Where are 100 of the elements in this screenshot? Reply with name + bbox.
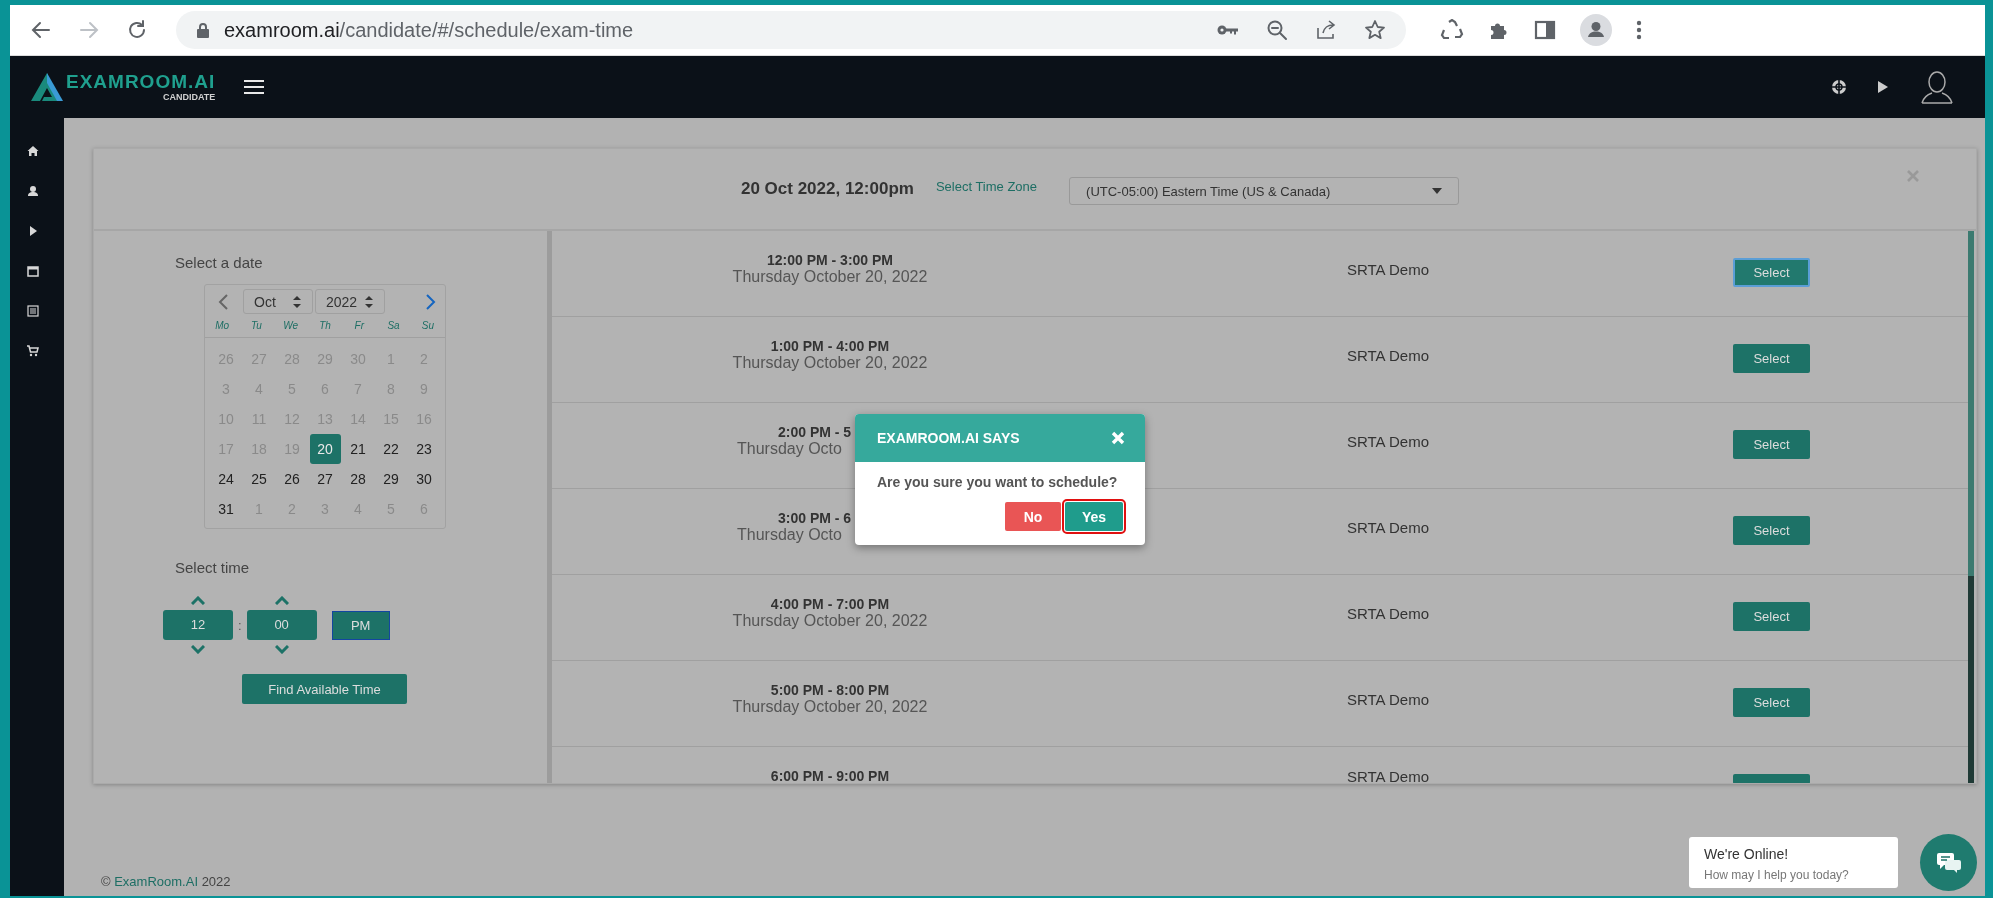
calendar-day[interactable]: 31 — [210, 494, 242, 524]
address-bar[interactable]: examroom.ai/candidate/#/schedule/exam-time — [176, 11, 1406, 49]
slot-date: Thursday October 20, 2022 — [731, 698, 929, 716]
calendar-day[interactable]: 26 — [276, 464, 308, 494]
no-button[interactable]: No — [1005, 502, 1061, 531]
logo-subtitle: CANDIDATE — [162, 93, 216, 102]
weekday-label: Su — [420, 320, 435, 331]
profile-avatar-icon[interactable] — [1580, 14, 1612, 46]
chevron-down-icon[interactable] — [191, 645, 205, 654]
select-button[interactable]: Select — [1733, 688, 1810, 717]
select-button[interactable]: Select — [1733, 602, 1810, 631]
exam-name: SRTA Demo — [1347, 519, 1429, 536]
selected-datetime: 20 Oct 2022, 12:00pm — [740, 179, 914, 199]
yes-button[interactable]: Yes — [1065, 502, 1123, 531]
month-dropdown[interactable]: Oct — [243, 289, 313, 314]
logo-triangle-icon — [30, 72, 64, 102]
select-button[interactable]: Select — [1733, 344, 1810, 373]
side-panel-icon[interactable] — [1534, 19, 1556, 41]
chat-subtitle: How may I help you today? — [1704, 868, 1850, 882]
dialog-message: Are you sure you want to schedule? — [876, 473, 1119, 490]
calendar-day[interactable]: 20 — [309, 434, 341, 464]
timezone-dropdown[interactable]: (UTC-05:00) Eastern Time (US & Canada) — [1069, 177, 1460, 205]
cart-icon[interactable] — [27, 345, 39, 357]
calendar-day[interactable]: 29 — [375, 464, 407, 494]
slot-date: Thursday Octo — [737, 440, 842, 458]
play-icon[interactable] — [27, 225, 39, 237]
reload-icon[interactable] — [126, 19, 148, 41]
weekday-label: Fr — [353, 320, 366, 331]
list-icon[interactable] — [27, 305, 39, 317]
find-available-time-button[interactable]: Find Available Time — [242, 674, 407, 704]
next-month-icon[interactable] — [425, 292, 437, 311]
share-icon[interactable] — [1315, 19, 1337, 41]
chat-button[interactable] — [1920, 834, 1977, 891]
slot-time: 1:00 PM - 4:00 PM — [769, 338, 891, 354]
slot-date: Thursday October 20, 2022 — [731, 612, 929, 630]
lock-icon — [196, 22, 210, 38]
calendar-day[interactable]: 22 — [375, 434, 407, 464]
slot-date: Thursday October 20, 2022 — [731, 354, 929, 372]
slot-time: 2:00 PM - 5 — [778, 424, 852, 440]
zoom-out-icon[interactable] — [1266, 19, 1288, 41]
section-label: Select a date — [175, 254, 264, 271]
exam-name: SRTA Demo — [1347, 605, 1429, 622]
exam-name: SRTA Demo — [1347, 433, 1429, 450]
hour-field[interactable]: 12 — [163, 610, 233, 640]
timezone-label: Select Time Zone — [935, 178, 1038, 194]
calendar-day[interactable]: 27 — [309, 464, 341, 494]
logo-name: EXAMROOM.AI — [66, 72, 216, 91]
previous-month-icon[interactable] — [217, 292, 229, 311]
home-icon[interactable] — [27, 145, 39, 157]
calendar-day[interactable]: 28 — [342, 464, 374, 494]
scrollbar[interactable] — [1968, 231, 1974, 783]
weekday-label: Mo — [214, 320, 231, 331]
weekday-label: Th — [318, 320, 332, 331]
weekday-label: Sa — [386, 320, 401, 331]
more-menu-icon[interactable] — [1636, 20, 1642, 40]
key-icon[interactable] — [1217, 23, 1239, 37]
calendar-day[interactable]: 23 — [408, 434, 440, 464]
back-arrow-icon[interactable] — [30, 19, 52, 41]
chat-bubble[interactable]: We're Online! How may I help you today? — [1689, 837, 1898, 888]
chat-title: We're Online! — [1704, 846, 1790, 862]
slot-time: 6:00 PM - 9:00 PM — [769, 768, 891, 783]
slot-time: 12:00 PM - 3:00 PM — [765, 252, 895, 268]
section-label: Select time — [175, 559, 251, 576]
user-icon[interactable] — [27, 185, 39, 197]
menu-icon[interactable] — [243, 79, 266, 95]
slot-time: 4:00 PM - 7:00 PM — [769, 596, 891, 612]
up-down-arrows-icon — [364, 294, 374, 309]
select-button[interactable]: Select — [1733, 258, 1810, 287]
slot-time: 3:00 PM - 6 — [778, 510, 852, 526]
up-down-arrows-icon — [292, 294, 302, 309]
chevron-down-icon[interactable] — [274, 645, 289, 654]
weekday-label: Tu — [249, 320, 263, 331]
slot-date: Thursday Octo — [737, 526, 842, 544]
url-text: examroom.ai/candidate/#/schedule/exam-time — [224, 18, 634, 42]
exam-name: SRTA Demo — [1347, 261, 1429, 278]
exam-name: SRTA Demo — [1347, 691, 1429, 708]
dialog-title: EXAMROOM.AI SAYS — [877, 430, 1020, 446]
slot-date: Thursday October 20, 2022 — [731, 268, 929, 286]
play-icon[interactable] — [1877, 80, 1889, 94]
caret-icon — [1432, 188, 1443, 194]
weekday-label: We — [282, 320, 300, 331]
calendar-day[interactable]: 25 — [243, 464, 275, 494]
am-pm-toggle[interactable]: PM — [331, 610, 390, 640]
select-button[interactable]: Select — [1733, 430, 1810, 459]
calendar-icon[interactable] — [27, 265, 39, 277]
chevron-up-icon[interactable] — [191, 596, 205, 605]
chevron-up-icon[interactable] — [274, 596, 289, 605]
recycle-arrows-icon[interactable] — [1440, 19, 1464, 41]
calendar-day[interactable]: 21 — [342, 434, 374, 464]
calendar-day[interactable]: 24 — [210, 464, 242, 494]
time-separator: : — [238, 617, 242, 633]
minute-field[interactable]: 00 — [246, 610, 317, 640]
user-outline-icon[interactable] — [1919, 69, 1955, 105]
year-dropdown[interactable]: 2022 — [315, 289, 385, 314]
exam-name: SRTA Demo — [1347, 768, 1429, 783]
chat-bubbles-icon — [1935, 851, 1962, 874]
exam-name: SRTA Demo — [1347, 347, 1429, 364]
star-icon[interactable] — [1364, 19, 1386, 41]
calendar-day[interactable]: 30 — [408, 464, 440, 494]
select-button[interactable]: Select — [1733, 516, 1810, 545]
